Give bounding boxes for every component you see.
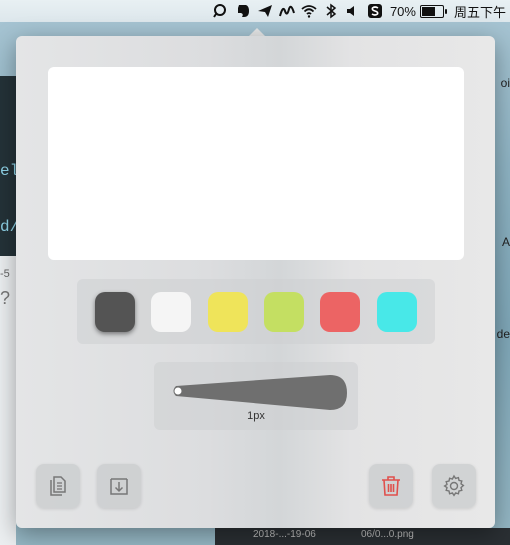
battery-percent[interactable]: 70% <box>386 4 420 19</box>
color-swatch[interactable] <box>264 291 305 332</box>
background-text: A <box>501 235 510 249</box>
evernote-icon[interactable] <box>232 0 254 22</box>
background-finder-strip: 2018-...-19-06 06/0...0.png <box>215 528 510 545</box>
s-app-icon[interactable] <box>364 0 386 22</box>
draw-app-icon[interactable] <box>276 0 298 22</box>
background-text: de <box>496 327 510 341</box>
battery-icon[interactable] <box>419 4 447 18</box>
color-swatch[interactable] <box>320 291 361 332</box>
copy-icon <box>50 476 66 496</box>
stroke-width-label: 1px <box>247 410 265 422</box>
color-swatch[interactable] <box>151 291 192 332</box>
background-text: oi <box>500 76 510 90</box>
save-icon <box>110 478 128 495</box>
background-text: ? <box>0 288 11 308</box>
stroke-width-control[interactable]: 1px <box>154 362 358 430</box>
clear-button[interactable] <box>369 464 413 508</box>
drawing-canvas[interactable] <box>48 67 464 260</box>
stroke-slider-handle[interactable] <box>174 387 182 395</box>
draw-popover: 1px <box>16 36 495 528</box>
stroke-width-slider[interactable] <box>168 374 348 414</box>
gear-icon <box>443 474 465 497</box>
clock[interactable]: 周五下午 <box>450 2 510 21</box>
settings-button[interactable] <box>432 464 476 508</box>
color-palette <box>77 279 435 344</box>
send-icon[interactable] <box>254 0 276 22</box>
background-text: -5 <box>0 268 10 280</box>
search-icon[interactable] <box>210 0 232 22</box>
color-swatch[interactable] <box>207 291 248 332</box>
copy-button[interactable] <box>36 464 80 508</box>
bluetooth-icon[interactable] <box>320 0 342 22</box>
color-swatch[interactable] <box>95 291 136 332</box>
background-file-name: 2018-...-19-06 <box>253 529 316 540</box>
save-button[interactable] <box>97 464 141 508</box>
volume-icon[interactable] <box>342 0 364 22</box>
popover-arrow <box>249 28 265 36</box>
menu-bar: 70% 周五下午 <box>0 0 510 22</box>
wifi-icon[interactable] <box>298 0 320 22</box>
background-file-name: 06/0...0.png <box>361 529 414 540</box>
color-swatch[interactable] <box>376 291 417 332</box>
trash-icon <box>382 476 400 496</box>
